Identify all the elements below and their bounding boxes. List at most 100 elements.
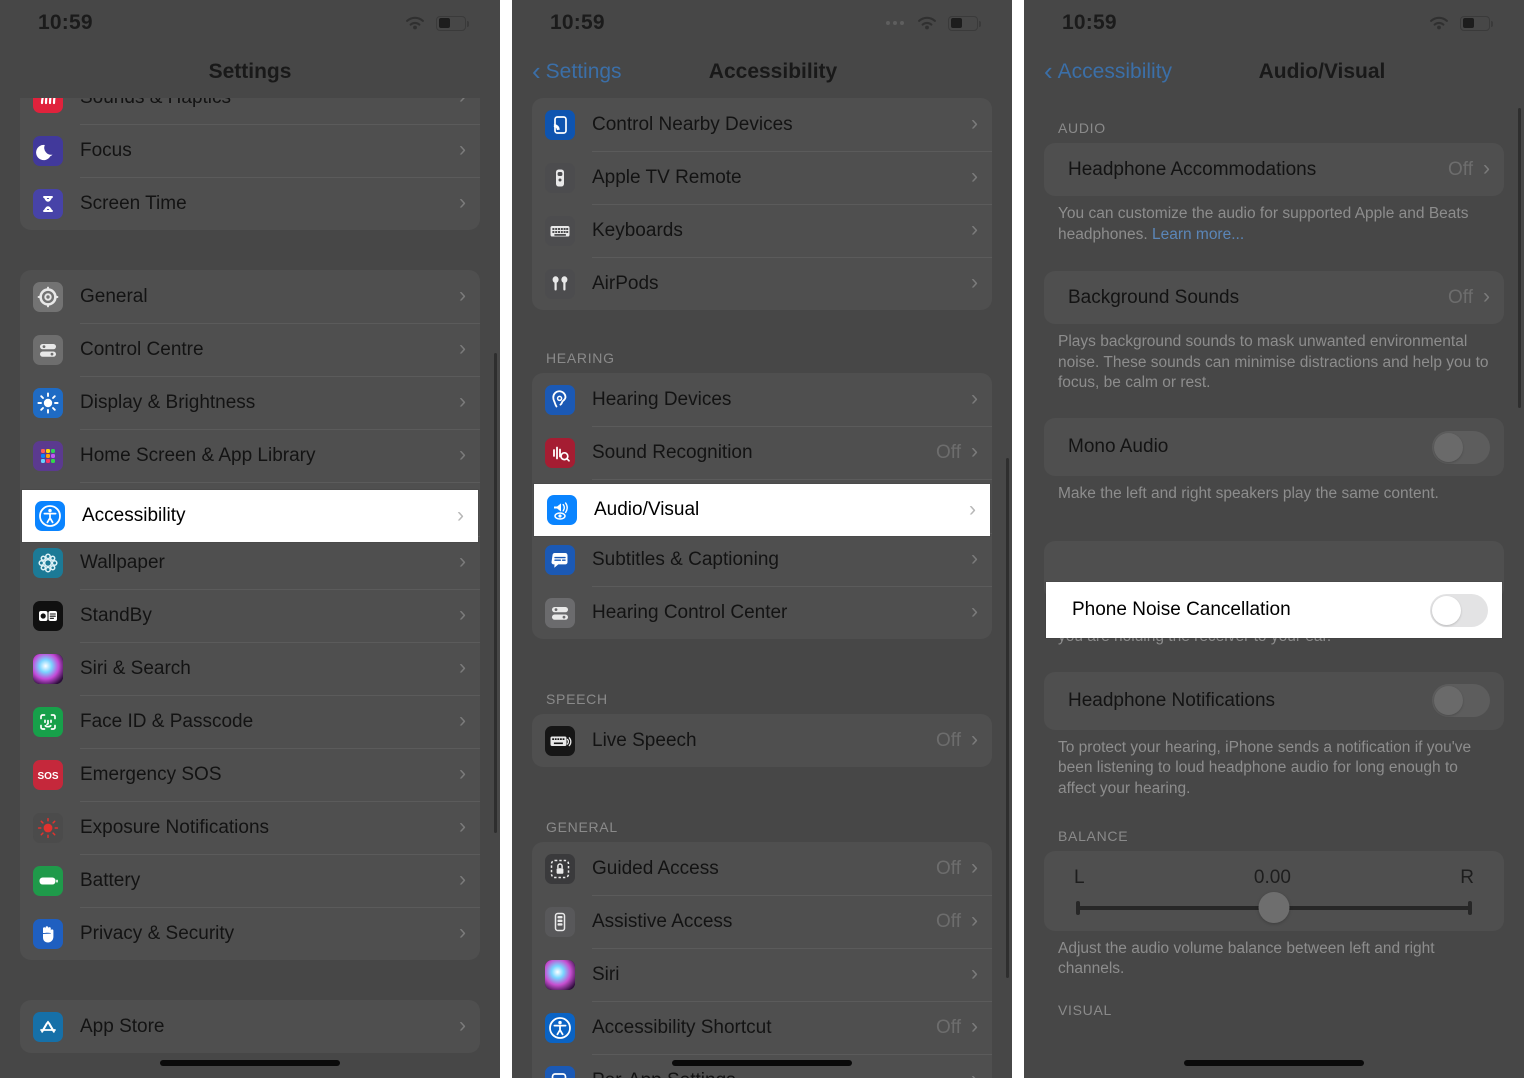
settings-row-label: StandBy [80,604,152,626]
audio-visual-icon [547,495,577,525]
battery-icon [436,15,469,31]
settings-row-sounds-haptics[interactable]: Sounds & Haptics › [20,98,480,124]
accessibility-row-apple-tv-remote[interactable]: Apple TV Remote › [532,151,992,204]
row-background-sounds[interactable]: Background Sounds Off › [1044,271,1504,324]
audio-group-background-sounds: Background Sounds Off › [1044,271,1504,325]
footnote-mono-audio: Make the left and right speakers play th… [1058,485,1439,503]
audio-group-balance: L 0.00 R [1044,850,1504,931]
settings-row-label: Sounds & Haptics [80,98,459,109]
chevron-right-icon: › [459,762,466,785]
chevron-right-icon: › [971,547,978,570]
audio-group-headphone-accommodations: Headphone Accommodations Off › [1044,143,1504,196]
row-headphone-accommodations[interactable]: Headphone Accommodations Off › [1044,143,1504,196]
chevron-right-icon: › [971,600,978,623]
mono-audio-toggle[interactable] [1432,430,1490,464]
highlight-accessibility-audio-visual[interactable]: Audio/Visual › [534,484,990,536]
settings-row-exposure-notifications[interactable]: Exposure Notifications › [20,801,480,854]
settings-row-focus[interactable]: Focus › [20,124,480,177]
hearing-devices-icon [545,384,575,415]
highlight-settings-accessibility[interactable]: Accessibility › [22,490,478,542]
settings-row-screen-time[interactable]: Screen Time › [20,177,480,230]
accessibility-row-guided-access[interactable]: Guided Access Off › [532,842,992,895]
chevron-right-icon: › [459,709,466,732]
back-button-settings[interactable]: ‹ Settings [532,58,622,85]
accessibility-row-airpods[interactable]: AirPods › [532,257,992,310]
settings-row-app-store[interactable]: App Store › [20,1000,480,1053]
battery-icon [1460,15,1493,31]
section-header-visual: VISUAL [1058,1001,1112,1018]
highlight-row-label: Accessibility [82,505,186,526]
settings-row-label: Display & Brightness [80,391,256,413]
balance-slider-row[interactable]: L 0.00 R [1044,851,1504,931]
accessibility-row-siri[interactable]: Siri › [532,948,992,1001]
accessibility-row-live-speech[interactable]: Live Speech Off › [532,714,992,767]
accessibility-row-value: Off [936,857,961,879]
status-bar: 10:59 [0,0,500,46]
accessibility-row-label: Hearing Control Center [592,601,788,623]
accessibility-row-assistive-access[interactable]: Assistive Access Off › [532,895,992,948]
headphone-notifications-toggle[interactable] [1432,684,1490,718]
chevron-right-icon: › [971,440,978,463]
accessibility-row-accessibility-shortcut[interactable]: Accessibility Shortcut Off › [532,1001,992,1054]
settings-row-emergency-sos[interactable]: SOS Emergency SOS › [20,748,480,801]
accessibility-row-value: Off [936,1016,961,1038]
accessibility-row-sound-recognition[interactable]: Sound Recognition Off › [532,426,992,479]
accessibility-row-label: Assistive Access [592,910,733,932]
chevron-right-icon: › [459,815,466,838]
chevron-right-icon: › [459,921,466,944]
highlight-phone-noise-cancellation[interactable]: Phone Noise Cancellation [1046,582,1502,638]
chevron-right-icon: › [459,550,466,573]
slider-thumb[interactable] [1258,891,1290,923]
accessibility-row-hearing-devices[interactable]: Hearing Devices › [532,373,992,426]
accessibility-row-label: Guided Access [592,857,719,879]
general-icon [33,281,63,312]
back-button-accessibility[interactable]: ‹ Accessibility [1044,58,1172,85]
accessibility-row-control-nearby-devices[interactable]: Control Nearby Devices › [532,98,992,151]
accessibility-row-subtitles-captioning[interactable]: Subtitles & Captioning › [532,533,992,586]
settings-row-wallpaper[interactable]: Wallpaper › [20,536,480,589]
balance-slider[interactable] [1076,891,1472,923]
accessibility-row-hearing-control-center[interactable]: Hearing Control Center › [532,586,992,639]
home-indicator [160,1060,340,1066]
settings-group-1: Sounds & Haptics › Focus › [20,98,480,230]
balance-value: 0.00 [1253,866,1291,888]
settings-row-face-id[interactable]: Face ID & Passcode › [20,695,480,748]
phone-noise-cancellation-toggle[interactable] [1430,593,1488,627]
emergency-sos-icon: SOS [33,759,63,790]
learn-more-link[interactable]: Learn more... [1152,226,1244,243]
settings-row-control-centre[interactable]: Control Centre › [20,323,480,376]
settings-row-siri-search[interactable]: Siri & Search › [20,642,480,695]
settings-row-display-brightness[interactable]: Display & Brightness › [20,376,480,429]
chevron-right-icon: › [459,191,466,214]
scroll-indicator[interactable] [1006,458,1009,978]
accessibility-group-speech: Live Speech Off › [532,714,992,767]
row-mono-audio[interactable]: Mono Audio [1044,418,1504,476]
accessibility-list[interactable]: Control Nearby Devices › Apple TV Remote… [512,98,1012,1078]
settings-row-battery[interactable]: Battery › [20,854,480,907]
footnote-balance: Adjust the audio volume balance between … [1058,939,1435,978]
chevron-right-icon: › [459,443,466,466]
settings-row-standby[interactable]: StandBy › [20,589,480,642]
settings-list[interactable]: Sounds & Haptics › Focus › [0,98,500,1078]
siri-icon [545,959,575,990]
scroll-indicator[interactable] [494,353,497,833]
sound-recognition-icon [545,437,575,468]
accessibility-row-value: Off [936,910,961,932]
accessibility-row-keyboards[interactable]: Keyboards › [532,204,992,257]
accessibility-row-per-app-settings[interactable]: Per-App Settings › [532,1054,992,1078]
battery-icon [948,15,981,31]
chevron-right-icon: › [457,503,464,527]
chevron-right-icon: › [459,1014,466,1037]
assistive-access-icon [545,906,575,937]
footnote-text: You can customize the audio for supporte… [1058,205,1469,243]
row-headphone-notifications[interactable]: Headphone Notifications [1044,672,1504,730]
settings-row-general[interactable]: General › [20,270,480,323]
three-panel-screenshot: 10:59 Settings Focus › Screen Time › Gen… [0,0,1524,1078]
settings-row-home-screen[interactable]: Home Screen & App Library › [20,429,480,482]
settings-row-label: Wallpaper [80,551,165,573]
status-time: 10:59 [1062,11,1117,34]
battery-settings-icon [33,865,63,896]
privacy-security-icon [33,918,63,949]
scroll-indicator[interactable] [1518,108,1521,408]
settings-row-privacy-security[interactable]: Privacy & Security › [20,907,480,960]
